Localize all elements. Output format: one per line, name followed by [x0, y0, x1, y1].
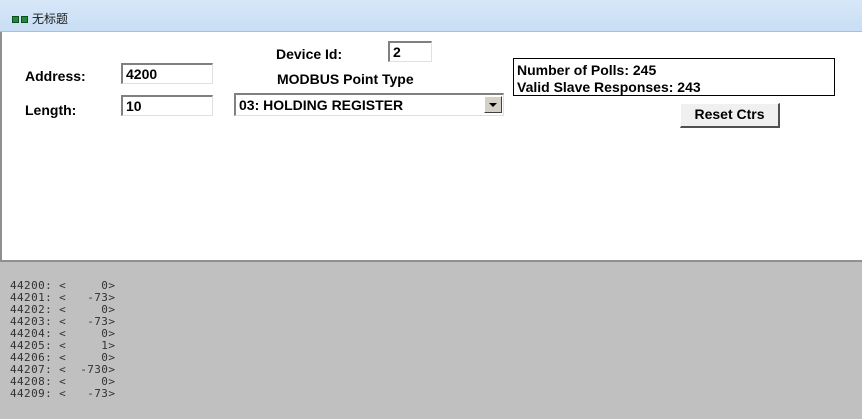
register-display: 44200: < 0> 44201: < -73> 44202: < 0> 44203…	[0, 260, 862, 419]
app-icon	[12, 16, 28, 23]
point-type-label: MODBUS Point Type	[277, 71, 414, 87]
title-bar: 无标题	[0, 0, 862, 32]
register-row: 44209: < -73>	[10, 387, 116, 400]
polls-count: Number of Polls: 245	[517, 62, 657, 78]
reset-counters-button[interactable]: Reset Ctrs	[680, 103, 780, 128]
device-id-label: Device Id:	[276, 46, 343, 62]
address-label: Address:	[25, 68, 86, 84]
chevron-down-icon	[489, 103, 497, 107]
length-input[interactable]: 10	[121, 95, 213, 116]
window-title: 无标题	[32, 12, 69, 26]
point-type-selected: 03: HOLDING REGISTER	[239, 97, 404, 113]
dropdown-button[interactable]	[484, 96, 502, 113]
device-id-input[interactable]: 2	[388, 41, 432, 62]
address-input[interactable]: 4200	[121, 63, 213, 84]
poll-counters: Number of Polls: 245 Valid Slave Respons…	[513, 58, 835, 96]
settings-panel: Address: 4200 Length: 10 Device Id: 2 MO…	[0, 32, 862, 260]
length-label: Length:	[25, 102, 77, 118]
register-list: 44200: < 0> 44201: < -73> 44202: < 0> 44203…	[10, 280, 115, 400]
valid-responses-count: Valid Slave Responses: 243	[517, 79, 701, 95]
point-type-select[interactable]: 03: HOLDING REGISTER	[234, 93, 504, 116]
